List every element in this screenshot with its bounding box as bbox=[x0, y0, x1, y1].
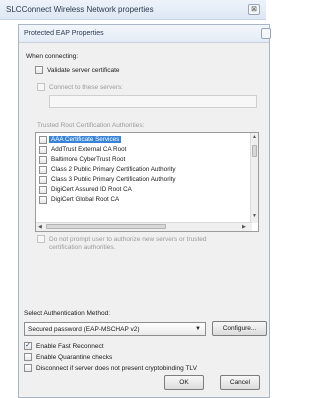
ca-checkbox[interactable] bbox=[39, 176, 47, 184]
no-prompt-label-line1: Do not prompt user to authorize new serv… bbox=[49, 236, 207, 243]
ca-label: DigiCert Global Root CA bbox=[51, 196, 120, 203]
ok-button[interactable]: OK bbox=[164, 375, 204, 390]
ca-label: Class 2 Public Primary Certification Aut… bbox=[51, 166, 176, 173]
trusted-ca-label: Trusted Root Certification Authorities: bbox=[37, 122, 145, 129]
ca-list-item[interactable]: DigiCert Global Root CA bbox=[36, 195, 252, 205]
no-prompt-label-line2: certification authorities. bbox=[49, 244, 116, 251]
ca-list-item[interactable]: Baltimore CyberTrust Root bbox=[36, 155, 252, 165]
quarantine-checkbox[interactable] bbox=[24, 353, 32, 361]
quarantine-label: Enable Quarantine checks bbox=[36, 354, 113, 361]
ca-checkbox[interactable] bbox=[39, 136, 47, 144]
ca-checkbox[interactable] bbox=[39, 196, 47, 204]
check-icon: ✓ bbox=[25, 342, 31, 349]
auth-method-label: Select Authentication Method: bbox=[24, 310, 111, 317]
horizontal-scroll-thumb[interactable] bbox=[46, 224, 166, 229]
ca-list-item[interactable]: Class 2 Public Primary Certification Aut… bbox=[36, 165, 252, 175]
chevron-down-icon: ▼ bbox=[195, 326, 201, 332]
ca-checkbox[interactable] bbox=[39, 166, 47, 174]
dialog-titlebar: Protected EAP Properties bbox=[19, 25, 271, 43]
configure-button[interactable]: Configure... bbox=[212, 321, 267, 336]
ca-label: AAA Certificate Services bbox=[49, 136, 122, 143]
connect-servers-label: Connect to these servers: bbox=[49, 84, 124, 91]
scroll-left-icon[interactable]: ◀ bbox=[38, 224, 42, 230]
trusted-ca-list[interactable]: AAA Certificate Services AddTrust Extern… bbox=[35, 132, 259, 232]
fast-reconnect-checkbox[interactable]: ✓ bbox=[24, 342, 32, 350]
connect-servers-checkbox[interactable] bbox=[37, 83, 45, 91]
outer-window-title: SLCConnect Wireless Network properties bbox=[6, 5, 154, 14]
vertical-scroll-thumb[interactable] bbox=[252, 145, 257, 157]
validate-cert-label: Validate server certificate bbox=[47, 67, 120, 74]
ca-list-item[interactable]: DigiCert Assured ID Root CA bbox=[36, 185, 252, 195]
no-prompt-checkbox[interactable] bbox=[37, 235, 45, 243]
dialog-close-icon[interactable] bbox=[261, 28, 271, 39]
auth-method-select[interactable]: Secured password (EAP-MSCHAP v2) ▼ bbox=[24, 322, 206, 336]
auth-method-value: Secured password (EAP-MSCHAP v2) bbox=[28, 326, 140, 333]
close-icon[interactable]: ⊠ bbox=[248, 4, 260, 15]
ca-list-item[interactable]: AAA Certificate Services bbox=[36, 135, 252, 145]
ca-checkbox[interactable] bbox=[39, 186, 47, 194]
ca-list-vertical-scrollbar[interactable]: ▲ ▼ bbox=[250, 133, 258, 223]
ca-list-horizontal-scrollbar[interactable]: ◀ ▶ bbox=[36, 222, 252, 231]
peap-properties-dialog: Protected EAP Properties When connecting… bbox=[18, 24, 271, 398]
ca-checkbox[interactable] bbox=[39, 146, 47, 154]
when-connecting-label: When connecting: bbox=[26, 53, 79, 60]
scroll-up-icon[interactable]: ▲ bbox=[252, 134, 257, 140]
ca-list-item[interactable]: Class 3 Public Primary Certification Aut… bbox=[36, 175, 252, 185]
ca-label: AddTrust External CA Root bbox=[51, 146, 127, 153]
scroll-down-icon[interactable]: ▼ bbox=[252, 213, 257, 219]
cancel-button[interactable]: Cancel bbox=[220, 375, 260, 390]
ca-checkbox[interactable] bbox=[39, 156, 47, 164]
scroll-right-icon[interactable]: ▶ bbox=[242, 224, 246, 230]
ca-label: Class 3 Public Primary Certification Aut… bbox=[51, 176, 176, 183]
fast-reconnect-label: Enable Fast Reconnect bbox=[36, 343, 104, 350]
validate-cert-checkbox[interactable] bbox=[35, 66, 43, 74]
disconnect-tlv-label: Disconnect if server does not present cr… bbox=[36, 365, 197, 372]
outer-window-titlebar: SLCConnect Wireless Network properties ⊠ bbox=[0, 0, 266, 20]
disconnect-tlv-checkbox[interactable] bbox=[24, 364, 32, 372]
ca-label: DigiCert Assured ID Root CA bbox=[51, 186, 132, 193]
dialog-title: Protected EAP Properties bbox=[24, 30, 104, 37]
ca-label: Baltimore CyberTrust Root bbox=[51, 156, 126, 163]
ca-list-item[interactable]: AddTrust External CA Root bbox=[36, 145, 252, 155]
servers-input[interactable] bbox=[49, 95, 257, 108]
